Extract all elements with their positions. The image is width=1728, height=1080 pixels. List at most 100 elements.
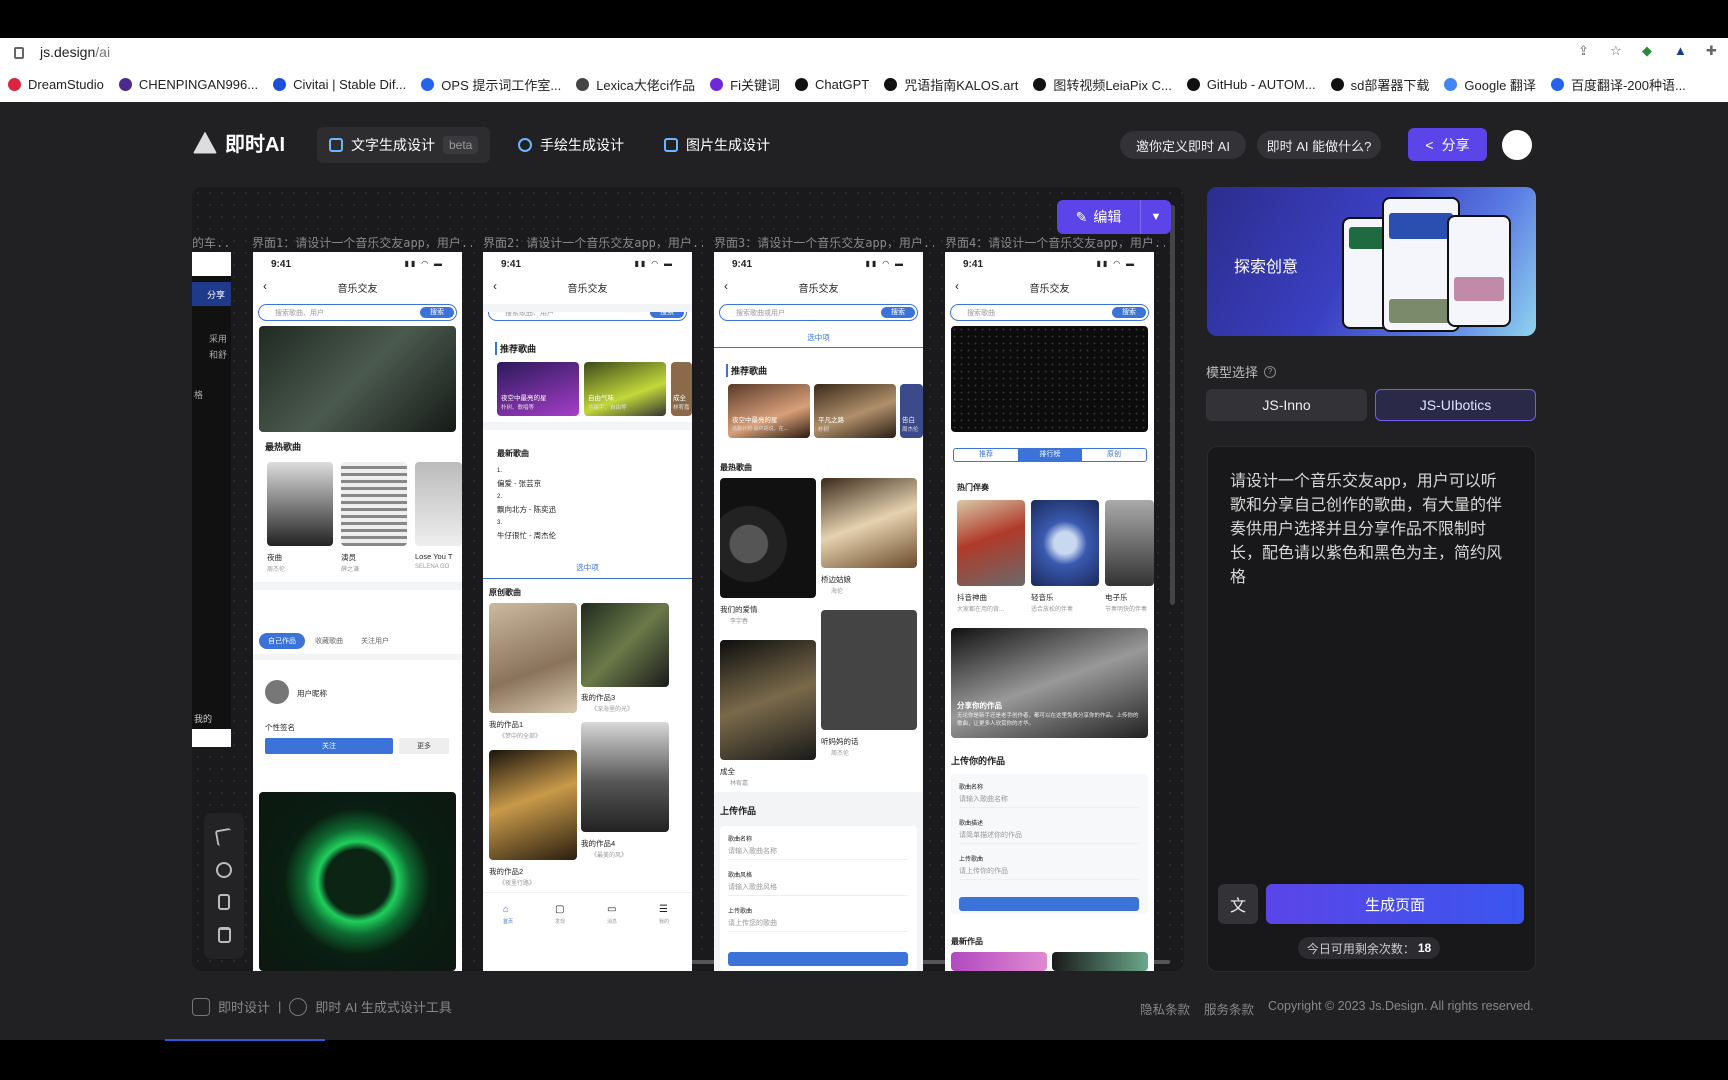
bookmark-item[interactable]: Lexica大佬ci作品 (576, 75, 695, 94)
rec-name: 自由气味 (588, 395, 614, 402)
star-icon[interactable]: ☆ (1610, 44, 1624, 58)
translate-icon[interactable]: 文 (1218, 884, 1258, 924)
privacy-link[interactable]: 隐私条款 (1140, 999, 1190, 1018)
home-icon[interactable]: ⌂ (503, 904, 509, 915)
bookmark-item[interactable]: 百度翻译-200种语... (1550, 75, 1686, 94)
pointer-icon[interactable] (214, 827, 234, 847)
avatar[interactable] (1500, 128, 1534, 162)
song-name-input[interactable]: 请输入歌曲名称 (959, 794, 1139, 808)
extension-icon[interactable]: ◆ (1642, 44, 1656, 58)
extension-icon[interactable]: ▲ (1674, 44, 1688, 58)
back-icon[interactable]: ‹ (955, 279, 959, 293)
logo-text: 即时AI (225, 134, 285, 156)
tab-following[interactable]: 关注用户 (353, 633, 397, 649)
bookmark-item[interactable]: Civitai | Stable Dif... (273, 77, 406, 92)
edit-label: 编辑 (1093, 209, 1122, 225)
selected-tab[interactable]: 选中项 (714, 332, 923, 348)
nav-messages[interactable]: 消息 (607, 918, 617, 925)
song-artist: SELENA GO (415, 564, 450, 570)
status-time: 9:41 (501, 259, 522, 270)
bookmark-item[interactable]: GitHub - AUTOM... (1186, 77, 1316, 92)
model-js-inno[interactable]: JS-Inno (1206, 389, 1367, 421)
submit-button[interactable] (728, 952, 908, 966)
footer-brand[interactable]: 即时设计 (218, 997, 270, 1016)
submit-button[interactable] (959, 897, 1139, 911)
tab-own-works[interactable]: 自己作品 (259, 633, 305, 649)
song-name-input[interactable]: 请输入歌曲名称 (728, 846, 908, 860)
edit-button[interactable]: ✎ 编辑 ▼ (1057, 200, 1171, 234)
what-can-ai-do-button[interactable]: 即时 AI 能做什么? (1257, 131, 1381, 159)
segment-tabs[interactable]: 推荐 排行榜 原创 (953, 448, 1147, 462)
search-input[interactable]: 搜索歌曲 搜索 (950, 304, 1149, 321)
latest-num: 3. (497, 520, 503, 526)
nav-me[interactable]: 我的 (659, 918, 669, 925)
back-icon[interactable]: ‹ (493, 279, 497, 293)
section-title: 最热歌曲 (720, 463, 752, 472)
bookmark-item[interactable]: DreamStudio (8, 77, 104, 92)
terms-link[interactable]: 服务条款 (1204, 999, 1254, 1018)
screen-label: 界面4：请设计一个音乐交友app，用户... (945, 236, 1165, 250)
nav-discover[interactable]: 发现 (555, 918, 565, 925)
footer-tool[interactable]: 即时 AI 生成式设计工具 (315, 997, 452, 1016)
tab-image-generate[interactable]: 图片生成设计 (652, 127, 782, 163)
mobile-icon[interactable] (218, 894, 230, 911)
back-icon[interactable]: ‹ (263, 279, 267, 293)
search-input[interactable]: 搜索歌曲或用户 搜索 (719, 304, 918, 321)
discover-icon[interactable]: ▢ (555, 904, 564, 915)
follow-button[interactable]: 关注 (265, 738, 393, 754)
tab-text-generate[interactable]: 文字生成设计 beta (317, 127, 491, 163)
message-icon[interactable]: ▭ (607, 904, 616, 915)
trash-icon[interactable] (217, 926, 231, 943)
bookmark-item[interactable]: Google 翻译 (1444, 75, 1536, 94)
model-js-uibotics[interactable]: JS-UIbotics (1375, 389, 1536, 421)
explore-banner[interactable]: 探索创意 (1207, 187, 1536, 336)
bookmarks-bar: DreamStudio CHENPINGAN996... Civitai | Sta… (0, 66, 1728, 102)
screen-4[interactable]: 9:41 ▮▮ ◠ ▬ ‹ 音乐交友 搜索歌曲 搜索 推荐 排行榜 原创 热门伴奏 抖… (945, 252, 1154, 971)
image-generate-icon (664, 138, 678, 152)
bookmark-item[interactable]: CHENPINGAN996... (118, 77, 258, 92)
bookmark-item[interactable]: 图转视频LeiaPix C... (1033, 75, 1172, 94)
vertical-scrollbar[interactable] (1170, 205, 1175, 605)
bookmark-item[interactable]: 咒语指南KALOS.art (884, 75, 1018, 94)
puzzle-icon[interactable]: ✚ (1706, 44, 1720, 58)
bookmark-item[interactable]: ChatGPT (795, 77, 869, 92)
menu-icon[interactable]: ☰ (659, 904, 668, 915)
more-button[interactable]: 更多 (399, 738, 449, 754)
tab-original[interactable]: 原创 (1082, 449, 1146, 461)
chevron-down-icon[interactable]: ▼ (1141, 211, 1171, 223)
tab-sketch-generate[interactable]: 手绘生成设计 (506, 127, 636, 163)
song-desc-input[interactable]: 请简单描述你的作品 (959, 830, 1139, 844)
bookmark-item[interactable]: Fi关键词 (710, 75, 780, 94)
share-page-icon[interactable]: ⇪ (1578, 44, 1592, 58)
search-input[interactable]: 搜索歌曲、用户 搜索 (258, 304, 457, 321)
target-icon[interactable] (216, 861, 232, 878)
logo[interactable]: 即时AI (193, 128, 285, 157)
invite-button[interactable]: 邀你定义即时 AI (1120, 131, 1246, 159)
tab-recommend[interactable]: 推荐 (954, 449, 1018, 461)
screen-1[interactable]: 9:41 ▮▮ ◠ ▬ ‹ 音乐交友 搜索歌曲、用户 搜索 最热歌曲 夜曲 周杰伦 演… (253, 252, 462, 971)
prompt-text[interactable]: 请设计一个音乐交友app，用户可以听歌和分享自己创作的歌曲，有大量的伴奏供用户选… (1230, 470, 1510, 590)
song-style-input[interactable]: 请输入歌曲风格 (728, 882, 908, 896)
generate-button[interactable]: 生成页面 (1266, 884, 1524, 924)
search-button[interactable]: 搜索 (420, 306, 454, 318)
tab-label: 手绘生成设计 (540, 137, 624, 153)
section-title: 原创歌曲 (489, 588, 521, 597)
latest-num: 2. (497, 494, 503, 500)
screen-partial[interactable]: 分享 采用 和舒 格 我的 (192, 252, 231, 747)
search-button[interactable]: 搜索 (1112, 306, 1146, 318)
help-icon[interactable]: ? (1264, 365, 1277, 378)
back-icon[interactable]: ‹ (724, 279, 728, 293)
address-bar[interactable]: js.design/ai ⇪ ☆ ◆ ▲ ✚ (0, 38, 1728, 66)
screen-2[interactable]: 9:41 ▮▮ ◠ ▬ ‹ 音乐交友 搜索歌曲、用户 搜索 推荐歌曲 夜空中最亮的星 … (483, 252, 692, 971)
bookmark-item[interactable]: sd部署器下载 (1330, 75, 1429, 94)
search-button[interactable]: 搜索 (881, 306, 915, 318)
selected-tab[interactable]: 选中项 (483, 562, 692, 579)
nav-home[interactable]: 首页 (503, 918, 513, 925)
bookmark-item[interactable]: OPS 提示词工作室... (421, 75, 561, 94)
screen-3[interactable]: 9:41 ▮▮ ◠ ▬ ‹ 音乐交友 搜索歌曲或用户 搜索 选中项 推荐歌曲 夜空中最… (714, 252, 923, 971)
song-upload-input[interactable]: 请上传您的歌曲 (728, 918, 908, 932)
song-upload-input[interactable]: 请上传你的作品 (959, 866, 1139, 880)
tab-favorites[interactable]: 收藏歌曲 (309, 633, 349, 649)
tab-ranking[interactable]: 排行榜 (1018, 449, 1082, 461)
share-button[interactable]: < 分享 (1408, 128, 1487, 161)
